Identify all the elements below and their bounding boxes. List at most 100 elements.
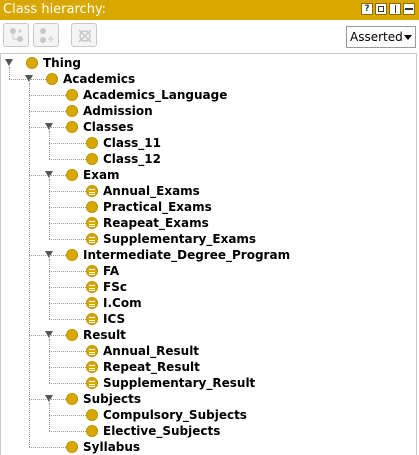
tree-node-label: Reapeat_Exams [103, 216, 209, 230]
defined-class-icon [86, 217, 98, 229]
tree-node-label: I.Com [103, 296, 142, 310]
tree-connector [29, 255, 66, 256]
panel-title: Class hierarchy: [3, 2, 107, 17]
add-sibling-icon [40, 28, 54, 43]
tree-connector [29, 175, 66, 176]
tree-node-label: Exam [83, 168, 120, 182]
add-subclass-button[interactable] [3, 23, 29, 47]
tree-connector [49, 319, 86, 320]
help-button[interactable]: ? [361, 3, 373, 15]
class-icon [86, 153, 98, 165]
tree-connector [9, 67, 10, 79]
defined-class-icon [86, 233, 98, 245]
tree-node-label: Practical_Exams [103, 200, 212, 214]
tree-connector [49, 339, 50, 383]
tree-node-label: Supplementary_Result [103, 376, 256, 390]
split-icon [395, 5, 396, 13]
restore-icon [378, 6, 384, 12]
tree-connector [29, 335, 66, 336]
defined-class-icon [86, 185, 98, 197]
class-icon [66, 441, 78, 453]
tree-connector [49, 403, 50, 431]
tree-connector [49, 207, 86, 208]
tree-node-label: Compulsory_Subjects [103, 408, 247, 422]
class-icon [86, 409, 98, 421]
tree-connector [49, 143, 86, 144]
class-icon [66, 169, 78, 181]
tree-connector [49, 415, 86, 416]
class-icon [66, 121, 78, 133]
tree-node-label: Annual_Exams [103, 184, 200, 198]
tree-connector [49, 239, 86, 240]
defined-class-icon [86, 377, 98, 389]
class-icon [66, 105, 78, 117]
tree-connector [49, 383, 86, 384]
class-icon [66, 89, 78, 101]
tree-node-label: ICS [103, 312, 126, 326]
tree-node-label: Class_11 [103, 136, 162, 150]
tree-connector [49, 303, 86, 304]
tree-node-label: Intermediate_Degree_Program [83, 248, 291, 262]
tree-connector [49, 191, 86, 192]
tree-node-academics[interactable]: Academics [1, 71, 416, 87]
tree-node-label: Class_12 [103, 152, 162, 166]
defined-class-icon [86, 265, 98, 277]
tree-connector [49, 223, 86, 224]
tree-node-label: Repeat_Result [103, 360, 200, 374]
tree-node-label: Admission [83, 104, 153, 118]
close-button[interactable] [403, 3, 415, 15]
tree-connector [49, 159, 86, 160]
tree-connector [49, 431, 86, 432]
tree-connector [29, 399, 66, 400]
tree-connector [29, 111, 66, 112]
tree-node-thing[interactable]: Thing [1, 55, 416, 71]
tree-node-label: Result [83, 328, 126, 342]
view-mode-select[interactable]: Asserted [346, 26, 416, 48]
chevron-down-icon [404, 35, 412, 40]
class-toolbar: Asserted [0, 20, 419, 52]
tree-node-label: Academics_Language [83, 88, 228, 102]
tree-connector [29, 95, 66, 96]
tree-connector [49, 287, 86, 288]
class-icon [86, 425, 98, 437]
class-icon [66, 249, 78, 261]
tree-node-label: FSc [103, 280, 127, 294]
tree-node-label: Classes [83, 120, 134, 134]
defined-class-icon [86, 313, 98, 325]
class-icon [86, 201, 98, 213]
tree-node-label: Subjects [83, 392, 142, 406]
expand-toggle-icon[interactable] [5, 59, 13, 66]
add-subclass-icon [10, 28, 23, 42]
window-buttons: ? [361, 3, 415, 15]
panel-titlebar: Class hierarchy: ? [0, 0, 419, 20]
restore-button[interactable] [375, 3, 387, 15]
defined-class-icon [86, 361, 98, 373]
tree-node-label: Elective_Subjects [103, 424, 221, 438]
tree-connector [9, 79, 46, 80]
class-icon [26, 57, 38, 69]
tree-connector [49, 179, 50, 239]
defined-class-icon [86, 297, 98, 309]
tree-node-label: Academics [63, 72, 136, 86]
close-icon [405, 8, 413, 10]
tree-connector [29, 447, 66, 448]
class-icon [66, 329, 78, 341]
class-icon [66, 393, 78, 405]
tree-connector [29, 83, 30, 447]
class-icon [46, 73, 58, 85]
add-sibling-button[interactable] [33, 23, 59, 47]
tree-node-label: Annual_Result [103, 344, 200, 358]
class-tree[interactable]: Thing Academics Academics_Language Admissio… [0, 53, 417, 455]
class-icon [86, 137, 98, 149]
tree-node-label: FA [103, 264, 120, 278]
tree-connector [49, 259, 50, 319]
delete-class-icon [78, 29, 92, 43]
defined-class-icon [86, 281, 98, 293]
tree-connector [49, 131, 50, 159]
tree-connector [49, 367, 86, 368]
split-button[interactable] [389, 3, 401, 15]
delete-class-button[interactable] [71, 23, 97, 47]
tree-connector [29, 127, 66, 128]
tree-connector [49, 351, 86, 352]
defined-class-icon [86, 345, 98, 357]
